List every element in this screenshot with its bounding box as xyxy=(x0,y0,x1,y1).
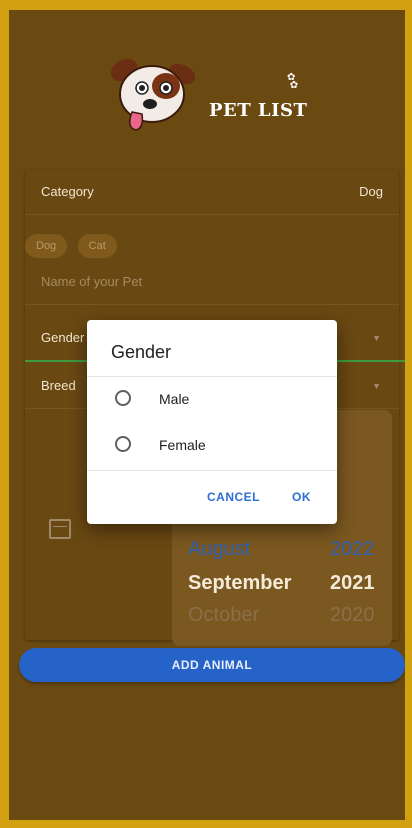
chip-dog[interactable]: Dog xyxy=(25,234,68,258)
category-chips: Dog Cat xyxy=(25,234,123,258)
breed-dropdown-icon: ▼ xyxy=(372,381,381,391)
gender-option-female[interactable]: Female xyxy=(111,432,321,460)
wheel-month-prev[interactable]: August xyxy=(188,538,250,561)
gender-dropdown-icon: ▼ xyxy=(372,333,381,343)
gender-option-label: Male xyxy=(159,391,190,407)
cancel-button[interactable]: CANCEL xyxy=(207,490,260,504)
wheel-month-next[interactable]: October xyxy=(188,604,259,627)
wheel-month-selected[interactable]: September xyxy=(188,572,291,595)
app-logo: PET LIST ✿ ✿ xyxy=(104,48,344,138)
paw-prints-icon: ✿ ✿ xyxy=(287,72,299,91)
wheel-year-prev[interactable]: 2022 xyxy=(330,538,375,561)
radio-unchecked-icon[interactable] xyxy=(115,436,131,452)
breed-label: Breed xyxy=(41,378,76,393)
pet-name-placeholder: Name of your Pet xyxy=(41,274,143,289)
category-label: Category xyxy=(41,184,94,199)
dialog-divider-bottom xyxy=(87,470,337,471)
pet-name-field[interactable]: Name of your Pet xyxy=(25,260,399,305)
add-animal-button[interactable]: ADD ANIMAL xyxy=(19,648,405,682)
chip-cat[interactable]: Cat xyxy=(77,234,117,258)
dog-logo-icon xyxy=(110,58,196,131)
wheel-year-next[interactable]: 2020 xyxy=(330,604,375,627)
gender-option-male[interactable]: Male xyxy=(111,386,321,414)
gender-option-label: Female xyxy=(159,437,206,453)
calendar-icon[interactable] xyxy=(49,519,71,539)
wheel-year-selected[interactable]: 2021 xyxy=(330,572,375,595)
dialog-title: Gender xyxy=(111,342,172,362)
radio-unchecked-icon[interactable] xyxy=(115,390,131,406)
dialog-divider-top xyxy=(87,376,337,377)
gender-dialog: Gender Male Female CANCEL OK xyxy=(87,320,337,524)
gender-label: Gender xyxy=(41,330,85,345)
logo-text: PET LIST xyxy=(209,100,308,121)
ok-button[interactable]: OK xyxy=(292,490,311,504)
category-row[interactable]: Category Dog xyxy=(25,170,399,215)
category-value: Dog xyxy=(359,184,383,199)
